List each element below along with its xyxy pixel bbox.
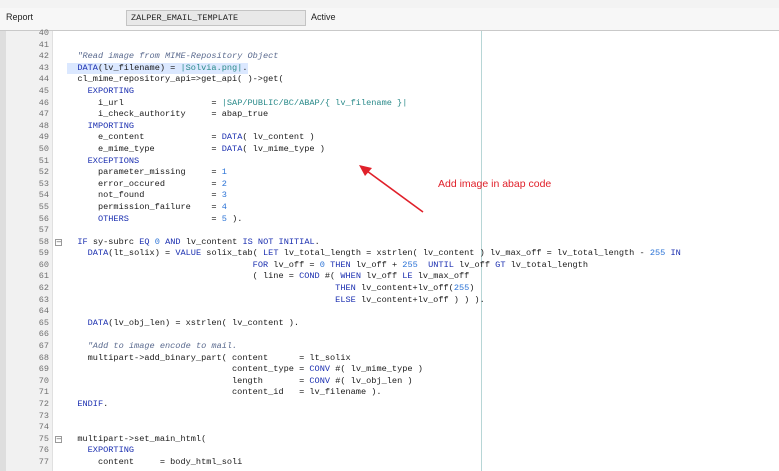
annotation-text: Add image in abap code [438, 178, 552, 190]
annotation-arrow [359, 165, 424, 213]
